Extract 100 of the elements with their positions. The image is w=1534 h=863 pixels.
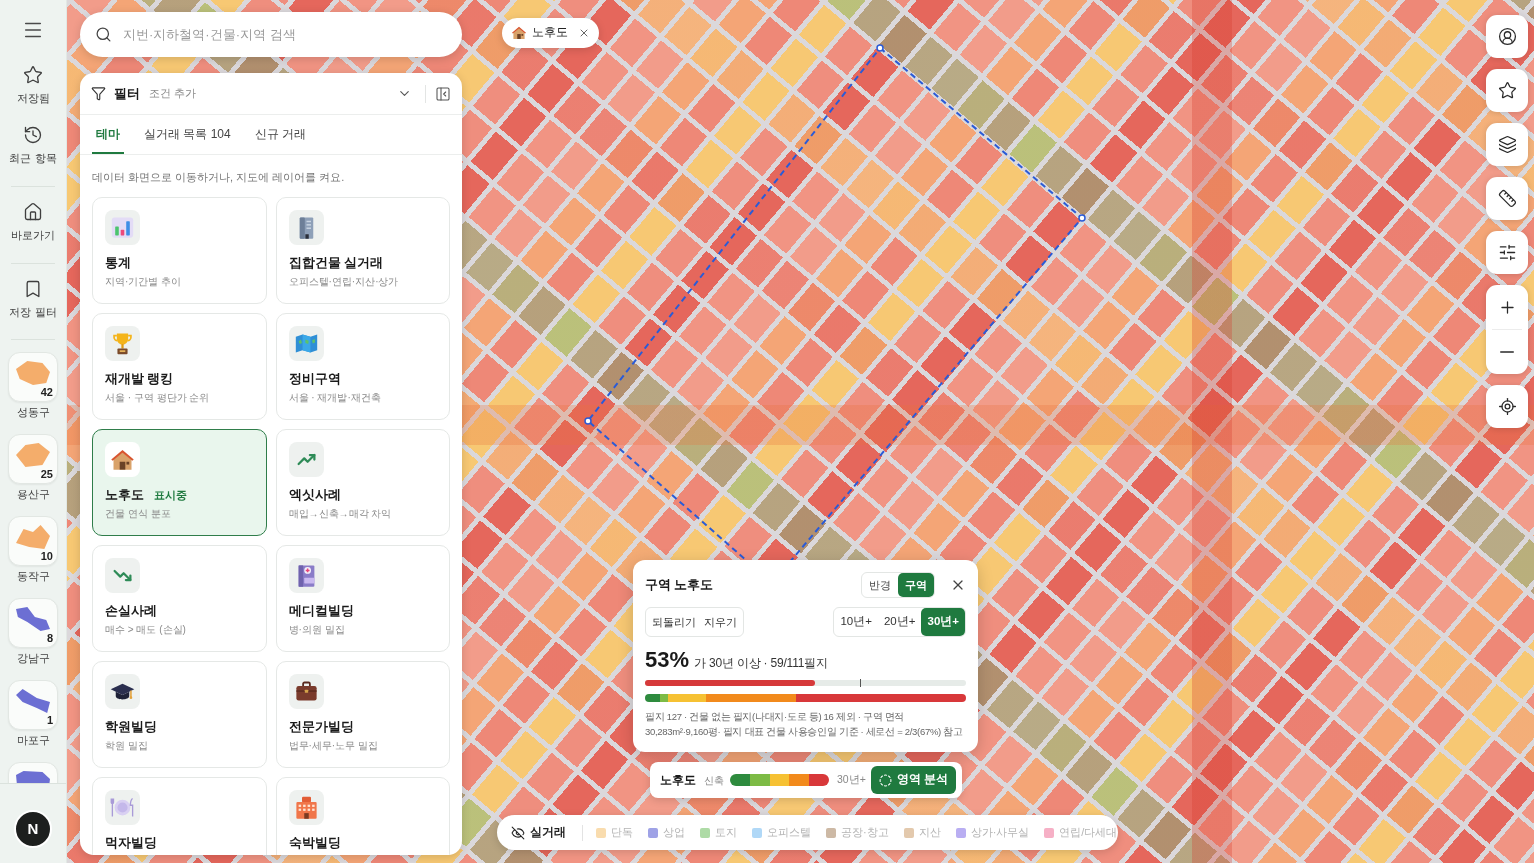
card-title: 엑싯사례 <box>288 488 341 503</box>
theme-card[interactable]: 먹자빌딩 <box>92 777 267 855</box>
share-caption: 가 30년 이상 · 59/111필지 <box>694 655 828 672</box>
star-icon <box>23 65 43 85</box>
age-option[interactable]: 30년+ <box>921 608 965 636</box>
action-button[interactable]: 되돌리기 <box>652 613 696 631</box>
legend-label: 오피스텔 <box>767 825 811 841</box>
theme-card[interactable]: 재개발 랭킹 서울 · 구역 평단가 순위 <box>92 313 267 420</box>
home-icon <box>23 202 43 222</box>
card-subtitle: 매수 > 매도 (손실) <box>105 624 186 636</box>
card-subtitle: 서울 · 구역 평단가 순위 <box>105 392 210 404</box>
legend-label: 토지 <box>715 825 737 841</box>
action-button[interactable]: 지우기 <box>704 613 737 631</box>
rail-button[interactable]: 바로가기 <box>11 202 55 242</box>
history-icon <box>23 125 43 145</box>
search-field[interactable]: 지번·지하철역·건물·지역 검색 <box>80 12 462 57</box>
sliders-icon <box>1497 243 1517 262</box>
region-button[interactable]: 10 <box>8 516 58 566</box>
mode-option[interactable]: 구역 <box>898 573 934 597</box>
briefcase-icon <box>288 674 324 709</box>
theme-card[interactable]: 메디컬빌딩 병·의원 밀집 <box>275 545 450 652</box>
user-icon <box>1497 27 1517 46</box>
status-text: 표시중 <box>154 488 187 503</box>
layers-icon <box>1497 135 1517 154</box>
region-button[interactable]: 25 <box>8 434 58 484</box>
theme-card[interactable]: 전문가빌딩 법무·세무·노무 밀집 <box>275 661 450 768</box>
theme-card[interactable]: 학원빌딩 학원 밀집 <box>92 661 267 768</box>
region-button[interactable]: 42 <box>8 352 58 402</box>
minus-icon <box>1500 351 1514 353</box>
theme-card[interactable]: 통계 지역·기간별 추이 <box>92 197 267 304</box>
card-title: 메디컬빌딩 <box>288 604 354 619</box>
hospital-icon <box>288 558 324 593</box>
panel-collapse-icon <box>435 85 451 102</box>
card-subtitle: 매입→신축→매각 차익 <box>288 508 392 520</box>
trend-down-icon <box>105 558 140 593</box>
region-label: 용산구 <box>16 488 50 501</box>
card-subtitle: 건물 연식 분포 <box>105 508 171 520</box>
theme-card[interactable]: 노후도 표시중 건물 연식 분포 <box>92 429 267 536</box>
theme-card[interactable]: 숙박빌딩 <box>275 777 450 855</box>
share-value: 53% <box>645 647 690 673</box>
plate-cutlery-icon <box>105 790 140 825</box>
tab[interactable]: 실거래 목록 104 <box>140 115 235 154</box>
region-button[interactable]: 8 <box>8 598 58 648</box>
trend-up-icon <box>288 442 324 477</box>
age-option[interactable]: 10년+ <box>834 608 878 636</box>
measure-button[interactable] <box>1486 177 1528 220</box>
rail-button[interactable]: 저장됨 <box>16 65 50 105</box>
legend-label: 연립/다세대 <box>1059 825 1118 841</box>
region-label: 성동구 <box>16 406 50 419</box>
bar-chart-icon <box>105 210 140 245</box>
region-label: 동작구 <box>16 570 50 583</box>
region-button[interactable]: 1 <box>8 680 58 730</box>
account-avatar[interactable]: N <box>14 810 52 848</box>
card-title: 전문가빌딩 <box>288 720 354 735</box>
card-title: 먹자빌딩 <box>105 836 157 851</box>
trophy-icon <box>105 326 140 361</box>
search-icon <box>95 26 112 43</box>
graduation-cap-icon <box>105 674 140 709</box>
legend-label: 공장·창고 <box>841 825 889 841</box>
adjust-button[interactable] <box>1486 231 1528 274</box>
dashed-circle-icon <box>878 773 892 787</box>
rail-button[interactable]: 최근 항목 <box>9 125 57 165</box>
rail-button[interactable]: 저장 필터 <box>9 279 57 319</box>
collapse-panel-button[interactable] <box>434 84 452 103</box>
layer-toggle-button[interactable]: 실거래 <box>511 823 566 842</box>
close-icon <box>578 27 590 39</box>
card-title: 노후도 <box>105 488 144 503</box>
region-label: 마포구 <box>16 734 50 747</box>
age-option[interactable]: 20년+ <box>877 608 922 636</box>
layers-button[interactable] <box>1486 123 1528 166</box>
filter-hint: 조건 추가 <box>149 86 197 102</box>
ruler-icon <box>1497 189 1517 208</box>
star-icon <box>1497 81 1517 100</box>
profile-button[interactable] <box>1486 15 1528 58</box>
layer-chip[interactable]: 노후도 <box>502 18 599 48</box>
house-icon <box>105 442 140 477</box>
popup-title: 구역 노후도 <box>645 576 714 594</box>
theme-card[interactable]: 정비구역 서울 · 재개발·재건축 <box>275 313 450 420</box>
favorite-button[interactable] <box>1486 69 1528 112</box>
card-title: 정비구역 <box>288 372 341 387</box>
theme-card[interactable]: 손실사례 매수 > 매도 (손실) <box>92 545 267 652</box>
mode-option[interactable]: 반경 <box>862 573 898 597</box>
card-title: 집합건물 실거래 <box>288 256 383 271</box>
card-title: 숙박빌딩 <box>288 836 341 851</box>
analyze-button[interactable]: 영역 분석 <box>870 766 956 794</box>
legend-label: 상가·사무실 <box>970 825 1030 841</box>
theme-card[interactable]: 엑싯사례 매입→신축→매각 차익 <box>275 429 450 536</box>
legend-label: 상업 <box>663 825 685 841</box>
scale-start-label: 신축 <box>704 773 724 788</box>
filter-label: 필터 <box>114 84 140 103</box>
legend-label: 지산 <box>918 825 941 841</box>
popup-note: 필지 127 · 건물 없는 필지(나대지·도로 등) 16 제외 · 구역 면적 30,283m²·9,160평· 필지 대표 건물 사용승인일 기준 · 세로선 = 2/3(67%) 참고 <box>645 710 964 739</box>
tab[interactable]: 신규 거래 <box>250 115 311 154</box>
region-label: 강남구 <box>16 652 50 665</box>
locate-button[interactable] <box>1486 385 1528 428</box>
tab[interactable]: 테마 <box>92 115 124 154</box>
theme-card[interactable]: 집합건물 실거래 오피스텔·연립·지산·상가 <box>275 197 450 304</box>
remove-button[interactable] <box>578 27 590 39</box>
card-subtitle: 오피스텔·연립·지산·상가 <box>288 276 399 288</box>
card-subtitle: 학원 밀집 <box>105 740 148 752</box>
